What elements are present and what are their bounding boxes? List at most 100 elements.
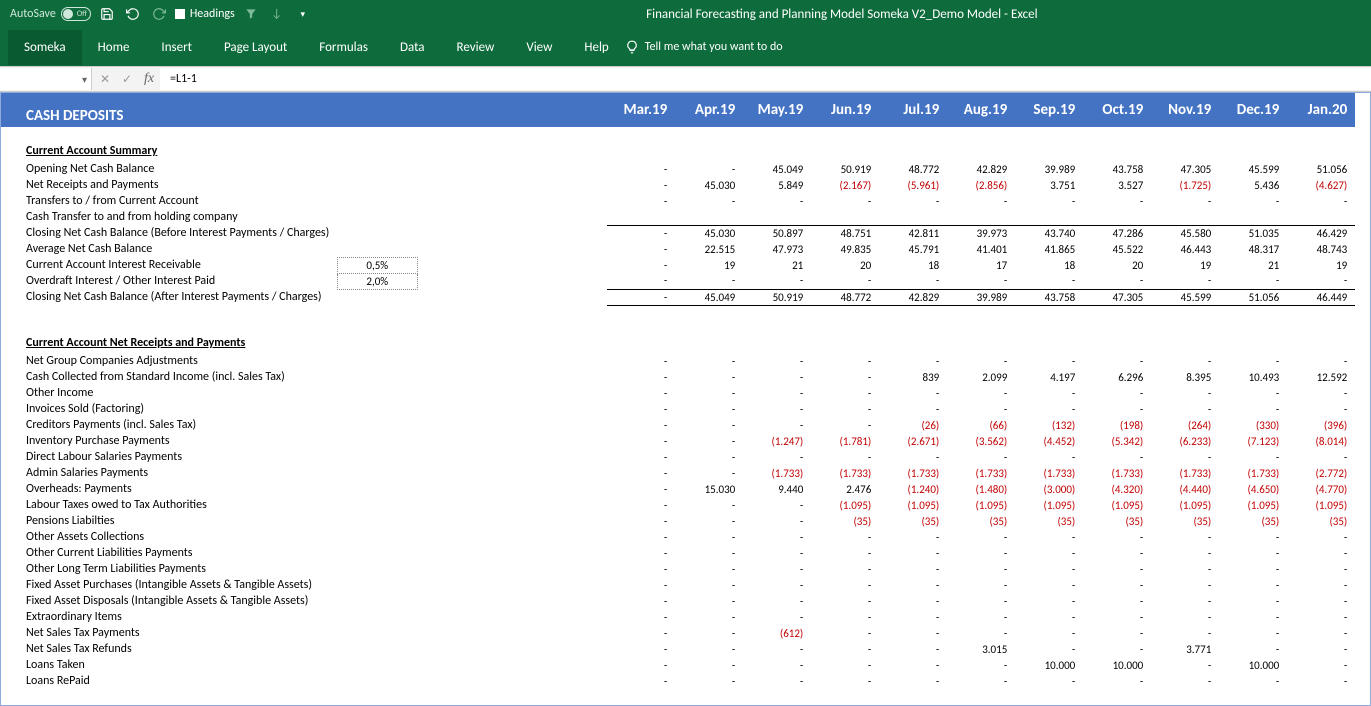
sort-icon[interactable]: ↓ [267,4,287,24]
value-cell[interactable]: - [607,417,675,433]
value-cell[interactable]: - [1151,577,1219,593]
value-cell[interactable]: - [607,193,675,209]
value-cell[interactable]: 41.401 [947,241,1015,257]
value-cell[interactable]: (26) [879,417,947,433]
value-cell[interactable]: - [607,673,675,689]
value-cell[interactable]: - [675,193,743,209]
value-cell[interactable]: (1.095) [811,497,879,513]
value-cell[interactable]: - [743,401,811,417]
value-cell[interactable]: - [743,529,811,545]
value-cell[interactable]: 839 [879,369,947,385]
value-cell[interactable]: - [675,273,743,289]
value-cell[interactable] [947,209,1015,225]
value-cell[interactable]: - [879,385,947,401]
value-cell[interactable]: 17 [947,257,1015,273]
value-cell[interactable] [1151,209,1219,225]
value-cell[interactable]: 48.772 [879,161,947,177]
value-cell[interactable]: 9.440 [743,481,811,497]
value-cell[interactable]: 3.751 [1015,177,1083,193]
value-cell[interactable]: (1.733) [947,465,1015,481]
value-cell[interactable]: - [947,657,1015,673]
value-cell[interactable]: - [1219,385,1287,401]
value-cell[interactable]: - [1219,545,1287,561]
value-cell[interactable]: - [743,577,811,593]
value-cell[interactable]: (612) [743,625,811,641]
value-cell[interactable]: - [1083,545,1151,561]
value-cell[interactable]: - [879,625,947,641]
value-cell[interactable]: 39.973 [947,225,1015,241]
tab-home[interactable]: Home [82,30,146,65]
value-cell[interactable]: - [1219,577,1287,593]
value-cell[interactable]: - [675,673,743,689]
value-cell[interactable]: - [607,177,675,193]
value-cell[interactable]: - [1287,401,1355,417]
value-cell[interactable]: - [879,401,947,417]
value-cell[interactable]: 45.599 [1151,289,1219,305]
value-cell[interactable]: 18 [1015,257,1083,273]
value-cell[interactable]: - [1287,193,1355,209]
value-cell[interactable]: - [947,577,1015,593]
value-cell[interactable]: - [811,369,879,385]
value-cell[interactable]: - [607,369,675,385]
value-cell[interactable]: 15.030 [675,481,743,497]
value-cell[interactable]: 3.527 [1083,177,1151,193]
qat-customize-icon[interactable]: ▾ [293,4,313,24]
value-cell[interactable]: - [1083,609,1151,625]
value-cell[interactable]: 48.772 [811,289,879,305]
value-cell[interactable] [607,209,675,225]
value-cell[interactable]: - [675,593,743,609]
undo-icon[interactable] [123,4,143,24]
value-cell[interactable]: - [743,193,811,209]
value-cell[interactable]: 50.919 [811,161,879,177]
value-cell[interactable]: 45.030 [675,177,743,193]
value-cell[interactable]: - [607,273,675,289]
value-cell[interactable]: 20 [1083,257,1151,273]
value-cell[interactable]: - [1083,577,1151,593]
tab-review[interactable]: Review [441,30,511,65]
value-cell[interactable]: - [607,433,675,449]
value-cell[interactable]: - [811,529,879,545]
value-cell[interactable]: - [607,353,675,369]
value-cell[interactable]: - [879,449,947,465]
value-cell[interactable]: (1.247) [743,433,811,449]
value-cell[interactable]: 21 [743,257,811,273]
value-cell[interactable]: (4.440) [1151,481,1219,497]
value-cell[interactable]: - [879,577,947,593]
value-cell[interactable]: - [675,545,743,561]
value-cell[interactable]: - [1151,673,1219,689]
value-cell[interactable]: - [947,353,1015,369]
value-cell[interactable]: 20 [811,257,879,273]
value-cell[interactable]: (2.167) [811,177,879,193]
value-cell[interactable]: - [607,289,675,305]
value-cell[interactable]: - [607,465,675,481]
value-cell[interactable]: - [1287,529,1355,545]
value-cell[interactable]: - [879,657,947,673]
value-cell[interactable]: - [947,561,1015,577]
value-cell[interactable]: - [1083,529,1151,545]
save-icon[interactable] [97,4,117,24]
value-cell[interactable]: - [1083,385,1151,401]
value-cell[interactable]: - [675,465,743,481]
value-cell[interactable]: 46.429 [1287,225,1355,241]
value-cell[interactable]: - [1015,577,1083,593]
value-cell[interactable]: - [879,193,947,209]
value-cell[interactable]: (1.095) [1151,497,1219,513]
value-cell[interactable]: - [675,641,743,657]
value-cell[interactable]: 50.919 [743,289,811,305]
value-cell[interactable]: (1.725) [1151,177,1219,193]
value-cell[interactable]: - [811,641,879,657]
value-cell[interactable]: - [607,593,675,609]
value-cell[interactable]: - [1287,449,1355,465]
value-cell[interactable]: - [811,561,879,577]
value-cell[interactable]: - [947,385,1015,401]
value-cell[interactable]: - [607,609,675,625]
value-cell[interactable]: - [675,401,743,417]
value-cell[interactable]: - [675,657,743,673]
value-cell[interactable]: - [1287,385,1355,401]
value-cell[interactable]: - [675,497,743,513]
value-cell[interactable]: - [947,193,1015,209]
value-cell[interactable]: - [811,385,879,401]
value-cell[interactable]: - [743,369,811,385]
value-cell[interactable]: - [947,273,1015,289]
value-cell[interactable]: (2.856) [947,177,1015,193]
